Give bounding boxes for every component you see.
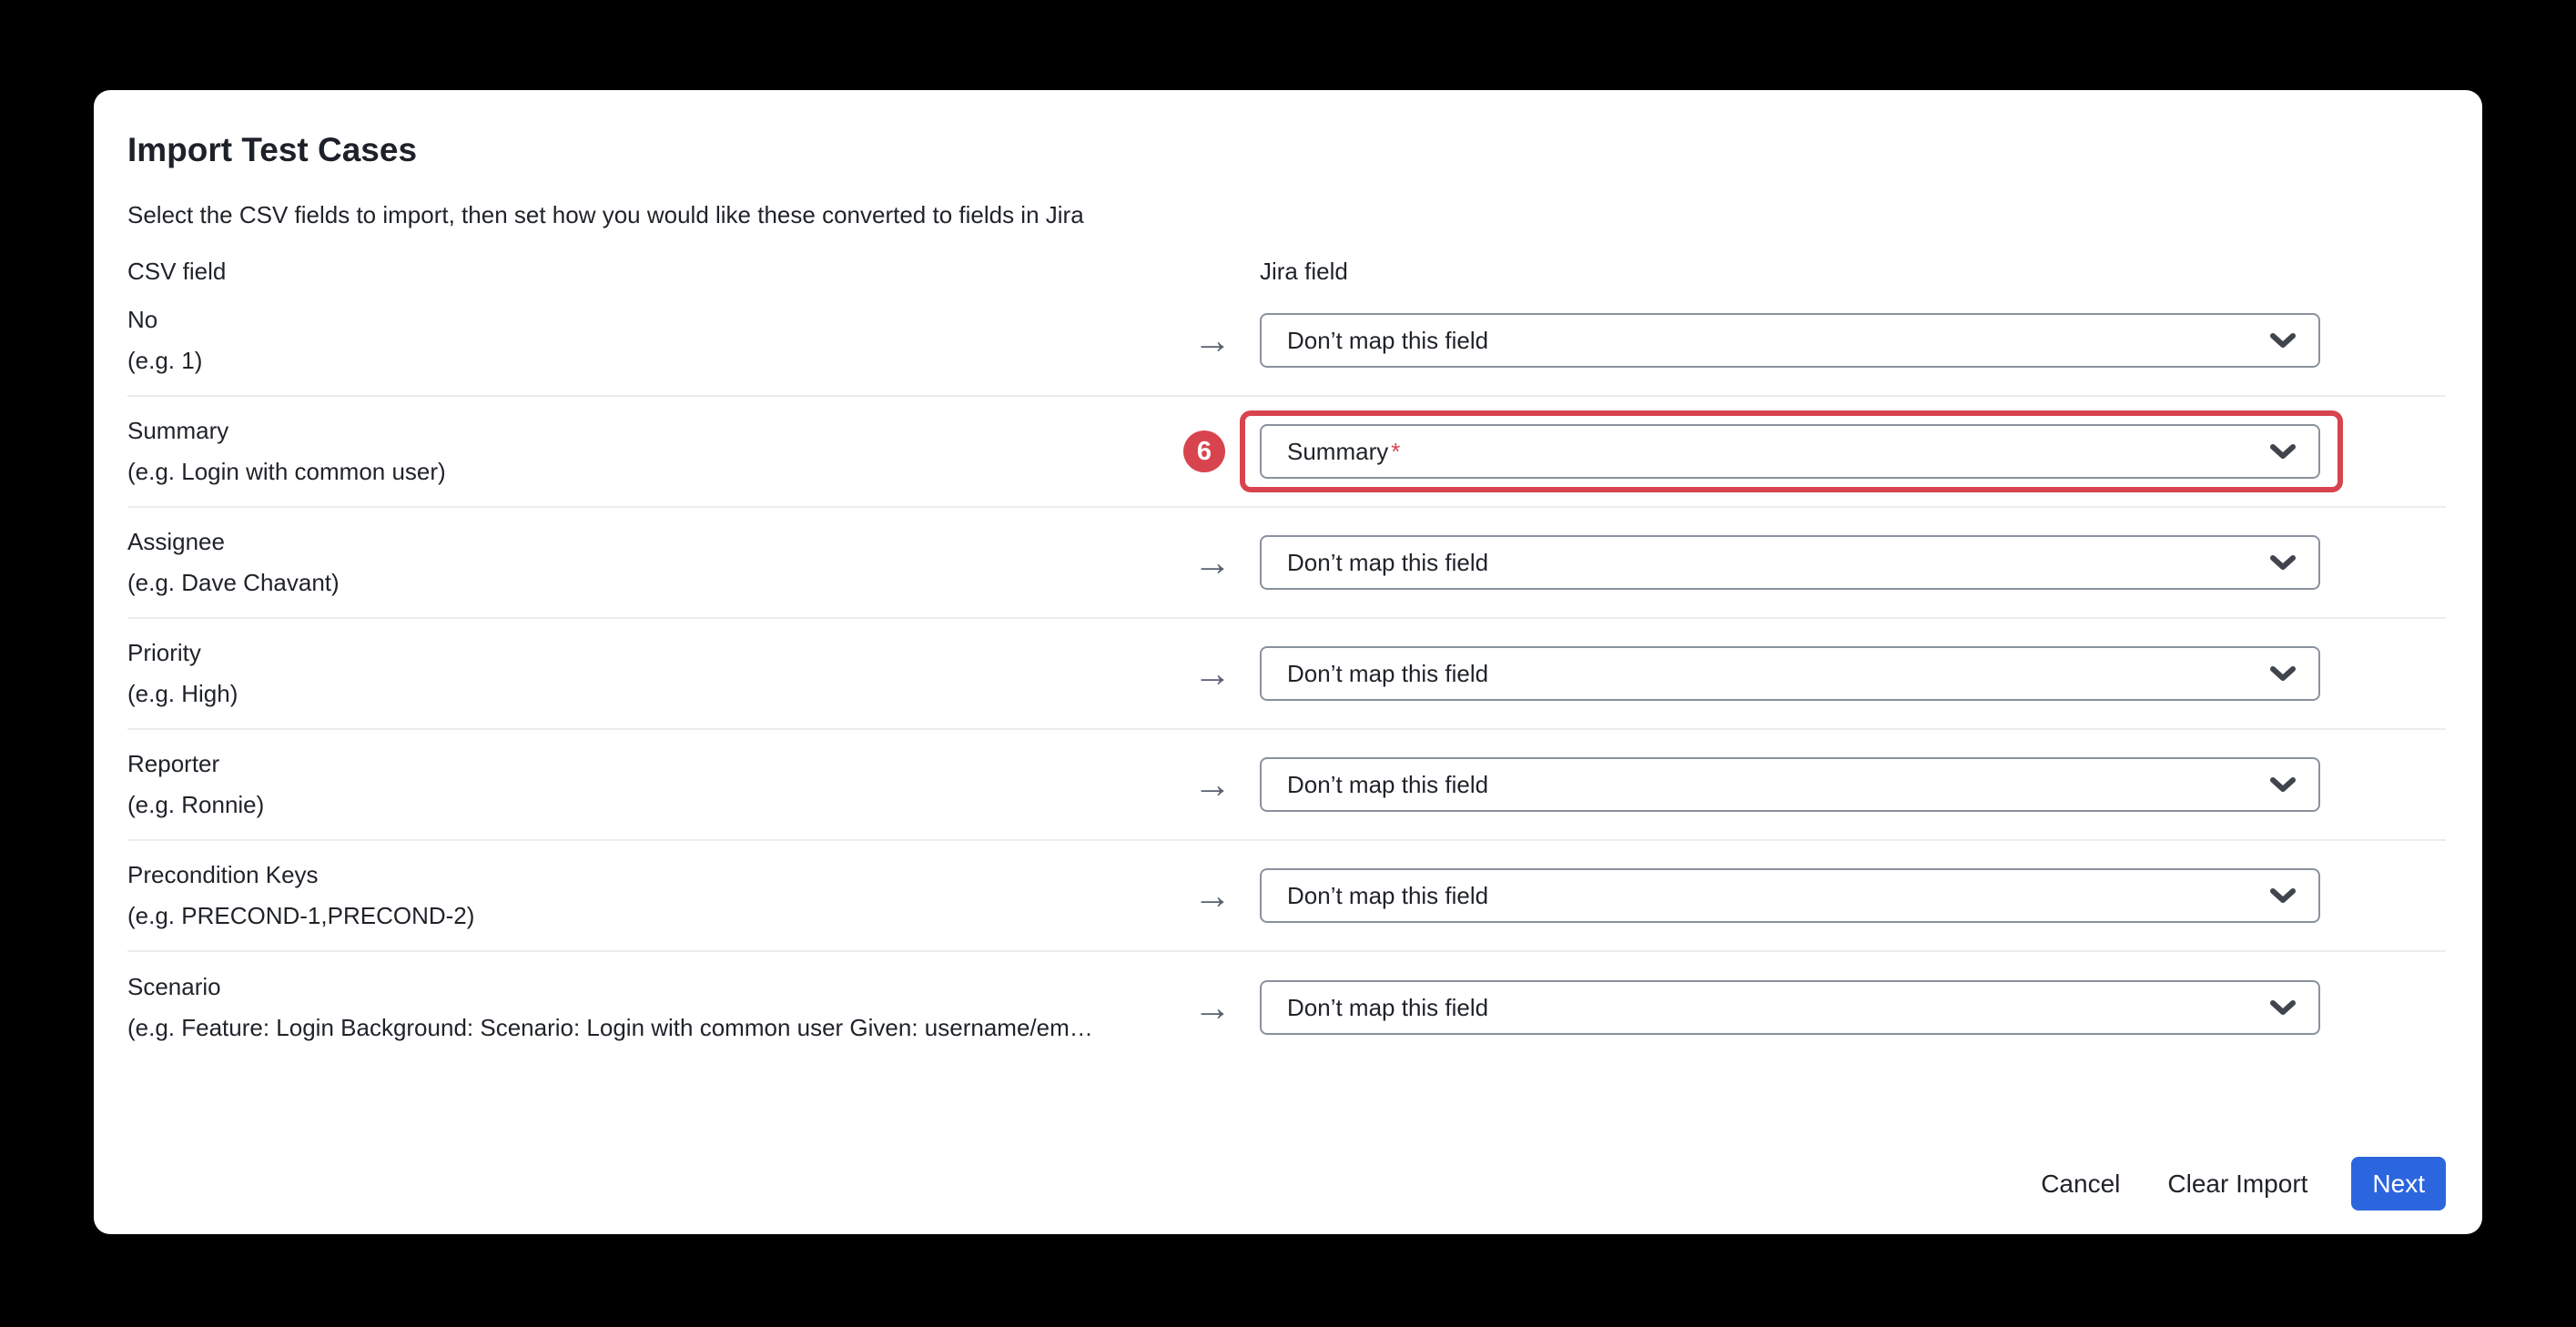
field-mapping-row: Scenario (e.g. Feature: Login Background… [127,952,2446,1063]
field-mapping-row: No (e.g. 1) → Don’t map this field [127,286,2446,397]
csv-field-name: Scenario [127,967,1165,1008]
field-mapping-list: No (e.g. 1) → Don’t map this field Summa… [127,286,2446,1063]
next-button[interactable]: Next [2351,1157,2446,1211]
jira-field-cell: Don’t map this field [1260,868,2320,923]
field-mapping-row: Summary (e.g. Login with common user) → … [127,397,2446,508]
csv-field-name: Precondition Keys [127,855,1165,896]
arrow-right-icon: → [1165,876,1260,915]
jira-field-select[interactable]: Don’t map this field [1260,980,2320,1035]
csv-field-example: (e.g. Dave Chavant) [127,562,1165,603]
csv-field-cell: No (e.g. 1) [127,299,1165,381]
dialog-subtitle: Select the CSV fields to import, then se… [127,200,2446,230]
jira-field-cell: Don’t map this field [1260,980,2320,1035]
cancel-button[interactable]: Cancel [2017,1157,2144,1211]
jira-field-select-value: Don’t map this field [1287,994,1488,1022]
jira-field-select[interactable]: Don’t map this field [1260,868,2320,923]
arrow-right-icon: → [1165,988,1260,1027]
jira-field-cell: Don’t map this field [1260,757,2320,812]
jira-field-select-value: Don’t map this field [1287,771,1488,799]
jira-field-select[interactable]: Summary* [1260,424,2320,479]
csv-field-cell: Priority (e.g. High) [127,633,1165,714]
chevron-down-icon [2269,999,2297,1017]
field-mapping-row: Reporter (e.g. Ronnie) → Don’t map this … [127,730,2446,841]
jira-field-cell: 6 Summary* [1260,424,2320,479]
csv-field-cell: Reporter (e.g. Ronnie) [127,744,1165,826]
csv-field-name: Assignee [127,522,1165,562]
clear-import-button[interactable]: Clear Import [2144,1157,2331,1211]
field-mapping-row: Precondition Keys (e.g. PRECOND-1,PRECON… [127,841,2446,952]
csv-field-example: (e.g. Login with common user) [127,451,1165,492]
csv-field-column-header: CSV field [127,257,1165,286]
arrow-right-icon: → [1165,543,1260,582]
jira-field-select-value: Don’t map this field [1287,549,1488,577]
csv-field-cell: Summary (e.g. Login with common user) [127,410,1165,492]
arrow-right-icon: → [1165,321,1260,360]
csv-field-name: Priority [127,633,1165,674]
arrow-right-icon: → [1165,765,1260,804]
step-badge: 6 [1183,431,1225,472]
chevron-down-icon [2269,554,2297,572]
csv-field-example: (e.g. Ronnie) [127,785,1165,826]
jira-field-select-value: Don’t map this field [1287,327,1488,355]
column-header-spacer [1165,257,1260,286]
csv-field-cell: Precondition Keys (e.g. PRECOND-1,PRECON… [127,855,1165,937]
jira-field-select-value: Summary* [1287,438,1400,466]
csv-field-example: (e.g. Feature: Login Background: Scenari… [127,1008,1165,1048]
jira-field-select[interactable]: Don’t map this field [1260,646,2320,701]
chevron-down-icon [2269,776,2297,794]
jira-field-select[interactable]: Don’t map this field [1260,535,2320,590]
jira-field-select-value: Don’t map this field [1287,660,1488,688]
field-mapping-row: Assignee (e.g. Dave Chavant) → Don’t map… [127,508,2446,619]
jira-field-select-value: Don’t map this field [1287,882,1488,910]
chevron-down-icon [2269,443,2297,461]
jira-field-select[interactable]: Don’t map this field [1260,757,2320,812]
dialog-title: Import Test Cases [127,130,2446,170]
csv-field-example: (e.g. High) [127,674,1165,714]
chevron-down-icon [2269,332,2297,349]
csv-field-example: (e.g. 1) [127,340,1165,381]
csv-field-cell: Assignee (e.g. Dave Chavant) [127,522,1165,603]
required-asterisk: * [1391,438,1400,465]
jira-field-cell: Don’t map this field [1260,535,2320,590]
csv-field-name: No [127,299,1165,340]
csv-field-cell: Scenario (e.g. Feature: Login Background… [127,967,1165,1048]
arrow-right-icon: → [1165,654,1260,693]
chevron-down-icon [2269,665,2297,683]
jira-field-cell: Don’t map this field [1260,313,2320,368]
import-test-cases-dialog: Import Test Cases Select the CSV fields … [94,90,2482,1234]
jira-field-select[interactable]: Don’t map this field [1260,313,2320,368]
chevron-down-icon [2269,887,2297,905]
dialog-footer: Cancel Clear Import Next [127,1157,2446,1211]
csv-field-name: Reporter [127,744,1165,785]
column-headers: CSV field Jira field [127,257,2446,286]
field-mapping-row: Priority (e.g. High) → Don’t map this fi… [127,619,2446,730]
csv-field-example: (e.g. PRECOND-1,PRECOND-2) [127,896,1165,937]
csv-field-name: Summary [127,410,1165,451]
jira-field-column-header: Jira field [1260,257,2446,286]
jira-field-cell: Don’t map this field [1260,646,2320,701]
